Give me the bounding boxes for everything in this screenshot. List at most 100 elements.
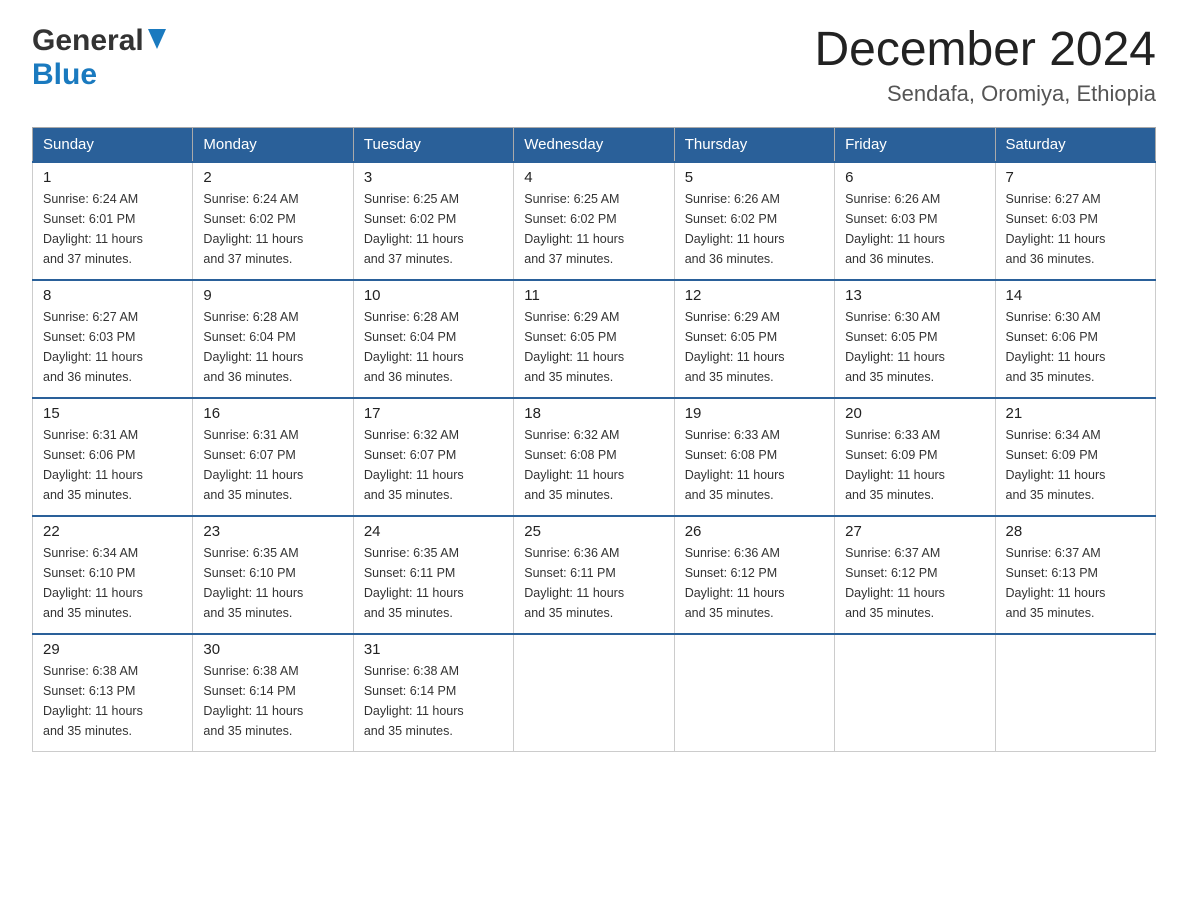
calendar-cell: 15 Sunrise: 6:31 AMSunset: 6:06 PMDayligh… bbox=[33, 398, 193, 516]
day-info: Sunrise: 6:33 AMSunset: 6:08 PMDaylight:… bbox=[685, 425, 824, 505]
calendar-cell: 18 Sunrise: 6:32 AMSunset: 6:08 PMDayligh… bbox=[514, 398, 674, 516]
day-info: Sunrise: 6:24 AMSunset: 6:01 PMDaylight:… bbox=[43, 189, 182, 269]
day-number: 14 bbox=[1006, 287, 1145, 304]
day-number: 27 bbox=[845, 523, 984, 540]
day-info: Sunrise: 6:29 AMSunset: 6:05 PMDaylight:… bbox=[524, 307, 663, 387]
day-number: 30 bbox=[203, 641, 342, 658]
day-info: Sunrise: 6:25 AMSunset: 6:02 PMDaylight:… bbox=[364, 189, 503, 269]
day-number: 10 bbox=[364, 287, 503, 304]
logo-blue-text: Blue bbox=[32, 58, 97, 91]
calendar-cell: 13 Sunrise: 6:30 AMSunset: 6:05 PMDayligh… bbox=[835, 280, 995, 398]
col-header-thursday: Thursday bbox=[674, 127, 834, 162]
calendar-cell bbox=[674, 634, 834, 752]
calendar-cell: 11Sunrise: 6:29 AMSunset: 6:05 PMDayligh… bbox=[514, 280, 674, 398]
col-header-sunday: Sunday bbox=[33, 127, 193, 162]
logo-triangle-icon bbox=[148, 29, 166, 54]
logo: General Blue bbox=[32, 24, 166, 92]
day-number: 24 bbox=[364, 523, 503, 540]
col-header-monday: Monday bbox=[193, 127, 353, 162]
day-info: Sunrise: 6:38 AMSunset: 6:14 PMDaylight:… bbox=[364, 661, 503, 741]
day-number: 8 bbox=[43, 287, 182, 304]
day-info: Sunrise: 6:27 AMSunset: 6:03 PMDaylight:… bbox=[1006, 189, 1145, 269]
day-number: 18 bbox=[524, 405, 663, 422]
calendar-cell: 12Sunrise: 6:29 AMSunset: 6:05 PMDayligh… bbox=[674, 280, 834, 398]
day-info: Sunrise: 6:31 AMSunset: 6:06 PMDaylight:… bbox=[43, 425, 182, 505]
day-info: Sunrise: 6:30 AMSunset: 6:05 PMDaylight:… bbox=[845, 307, 984, 387]
calendar-cell: 31 Sunrise: 6:38 AMSunset: 6:14 PMDayligh… bbox=[353, 634, 513, 752]
day-number: 31 bbox=[364, 641, 503, 658]
day-number: 6 bbox=[845, 169, 984, 186]
calendar-week-row: 15 Sunrise: 6:31 AMSunset: 6:06 PMDayligh… bbox=[33, 398, 1156, 516]
calendar-header-row: SundayMondayTuesdayWednesdayThursdayFrid… bbox=[33, 127, 1156, 162]
calendar-cell: 9 Sunrise: 6:28 AMSunset: 6:04 PMDaylight… bbox=[193, 280, 353, 398]
day-info: Sunrise: 6:24 AMSunset: 6:02 PMDaylight:… bbox=[203, 189, 342, 269]
day-number: 1 bbox=[43, 169, 182, 186]
calendar-week-row: 22 Sunrise: 6:34 AMSunset: 6:10 PMDayligh… bbox=[33, 516, 1156, 634]
day-number: 15 bbox=[43, 405, 182, 422]
day-number: 20 bbox=[845, 405, 984, 422]
title-section: December 2024 Sendafa, Oromiya, Ethiopia bbox=[814, 24, 1156, 107]
location-subtitle: Sendafa, Oromiya, Ethiopia bbox=[814, 81, 1156, 107]
day-number: 2 bbox=[203, 169, 342, 186]
day-number: 3 bbox=[364, 169, 503, 186]
page-header: General Blue December 2024 Sendafa, Orom… bbox=[32, 24, 1156, 107]
calendar-cell: 29 Sunrise: 6:38 AMSunset: 6:13 PMDayligh… bbox=[33, 634, 193, 752]
day-number: 5 bbox=[685, 169, 824, 186]
calendar-cell: 19 Sunrise: 6:33 AMSunset: 6:08 PMDayligh… bbox=[674, 398, 834, 516]
day-info: Sunrise: 6:30 AMSunset: 6:06 PMDaylight:… bbox=[1006, 307, 1145, 387]
day-info: Sunrise: 6:31 AMSunset: 6:07 PMDaylight:… bbox=[203, 425, 342, 505]
day-info: Sunrise: 6:36 AMSunset: 6:12 PMDaylight:… bbox=[685, 543, 824, 623]
day-info: Sunrise: 6:28 AMSunset: 6:04 PMDaylight:… bbox=[364, 307, 503, 387]
calendar-cell: 23Sunrise: 6:35 AMSunset: 6:10 PMDayligh… bbox=[193, 516, 353, 634]
calendar-cell: 21 Sunrise: 6:34 AMSunset: 6:09 PMDayligh… bbox=[995, 398, 1155, 516]
day-info: Sunrise: 6:25 AMSunset: 6:02 PMDaylight:… bbox=[524, 189, 663, 269]
day-number: 21 bbox=[1006, 405, 1145, 422]
calendar-week-row: 8Sunrise: 6:27 AMSunset: 6:03 PMDaylight… bbox=[33, 280, 1156, 398]
day-info: Sunrise: 6:35 AMSunset: 6:11 PMDaylight:… bbox=[364, 543, 503, 623]
calendar-table: SundayMondayTuesdayWednesdayThursdayFrid… bbox=[32, 127, 1156, 752]
day-number: 26 bbox=[685, 523, 824, 540]
day-info: Sunrise: 6:38 AMSunset: 6:13 PMDaylight:… bbox=[43, 661, 182, 741]
day-info: Sunrise: 6:37 AMSunset: 6:12 PMDaylight:… bbox=[845, 543, 984, 623]
calendar-cell: 16Sunrise: 6:31 AMSunset: 6:07 PMDayligh… bbox=[193, 398, 353, 516]
day-number: 25 bbox=[524, 523, 663, 540]
calendar-cell: 1 Sunrise: 6:24 AMSunset: 6:01 PMDaylight… bbox=[33, 162, 193, 280]
day-info: Sunrise: 6:32 AMSunset: 6:08 PMDaylight:… bbox=[524, 425, 663, 505]
calendar-cell bbox=[835, 634, 995, 752]
calendar-cell: 14 Sunrise: 6:30 AMSunset: 6:06 PMDayligh… bbox=[995, 280, 1155, 398]
day-info: Sunrise: 6:37 AMSunset: 6:13 PMDaylight:… bbox=[1006, 543, 1145, 623]
day-info: Sunrise: 6:34 AMSunset: 6:09 PMDaylight:… bbox=[1006, 425, 1145, 505]
day-number: 9 bbox=[203, 287, 342, 304]
logo-general-text: General bbox=[32, 24, 144, 58]
calendar-cell: 22 Sunrise: 6:34 AMSunset: 6:10 PMDayligh… bbox=[33, 516, 193, 634]
day-info: Sunrise: 6:26 AMSunset: 6:02 PMDaylight:… bbox=[685, 189, 824, 269]
day-number: 22 bbox=[43, 523, 182, 540]
day-info: Sunrise: 6:28 AMSunset: 6:04 PMDaylight:… bbox=[203, 307, 342, 387]
month-title: December 2024 bbox=[814, 24, 1156, 77]
col-header-friday: Friday bbox=[835, 127, 995, 162]
calendar-cell: 6 Sunrise: 6:26 AMSunset: 6:03 PMDaylight… bbox=[835, 162, 995, 280]
day-number: 17 bbox=[364, 405, 503, 422]
day-info: Sunrise: 6:34 AMSunset: 6:10 PMDaylight:… bbox=[43, 543, 182, 623]
day-number: 4 bbox=[524, 169, 663, 186]
calendar-cell bbox=[995, 634, 1155, 752]
day-number: 12 bbox=[685, 287, 824, 304]
day-number: 28 bbox=[1006, 523, 1145, 540]
calendar-cell: 24 Sunrise: 6:35 AMSunset: 6:11 PMDayligh… bbox=[353, 516, 513, 634]
day-info: Sunrise: 6:26 AMSunset: 6:03 PMDaylight:… bbox=[845, 189, 984, 269]
calendar-week-row: 29 Sunrise: 6:38 AMSunset: 6:13 PMDayligh… bbox=[33, 634, 1156, 752]
day-info: Sunrise: 6:38 AMSunset: 6:14 PMDaylight:… bbox=[203, 661, 342, 741]
calendar-cell bbox=[514, 634, 674, 752]
col-header-tuesday: Tuesday bbox=[353, 127, 513, 162]
day-number: 29 bbox=[43, 641, 182, 658]
col-header-saturday: Saturday bbox=[995, 127, 1155, 162]
day-number: 19 bbox=[685, 405, 824, 422]
calendar-cell: 7Sunrise: 6:27 AMSunset: 6:03 PMDaylight… bbox=[995, 162, 1155, 280]
calendar-cell: 27 Sunrise: 6:37 AMSunset: 6:12 PMDayligh… bbox=[835, 516, 995, 634]
calendar-cell: 26 Sunrise: 6:36 AMSunset: 6:12 PMDayligh… bbox=[674, 516, 834, 634]
calendar-cell: 8Sunrise: 6:27 AMSunset: 6:03 PMDaylight… bbox=[33, 280, 193, 398]
calendar-cell: 28 Sunrise: 6:37 AMSunset: 6:13 PMDayligh… bbox=[995, 516, 1155, 634]
calendar-cell: 17Sunrise: 6:32 AMSunset: 6:07 PMDayligh… bbox=[353, 398, 513, 516]
day-number: 13 bbox=[845, 287, 984, 304]
calendar-cell: 5 Sunrise: 6:26 AMSunset: 6:02 PMDaylight… bbox=[674, 162, 834, 280]
